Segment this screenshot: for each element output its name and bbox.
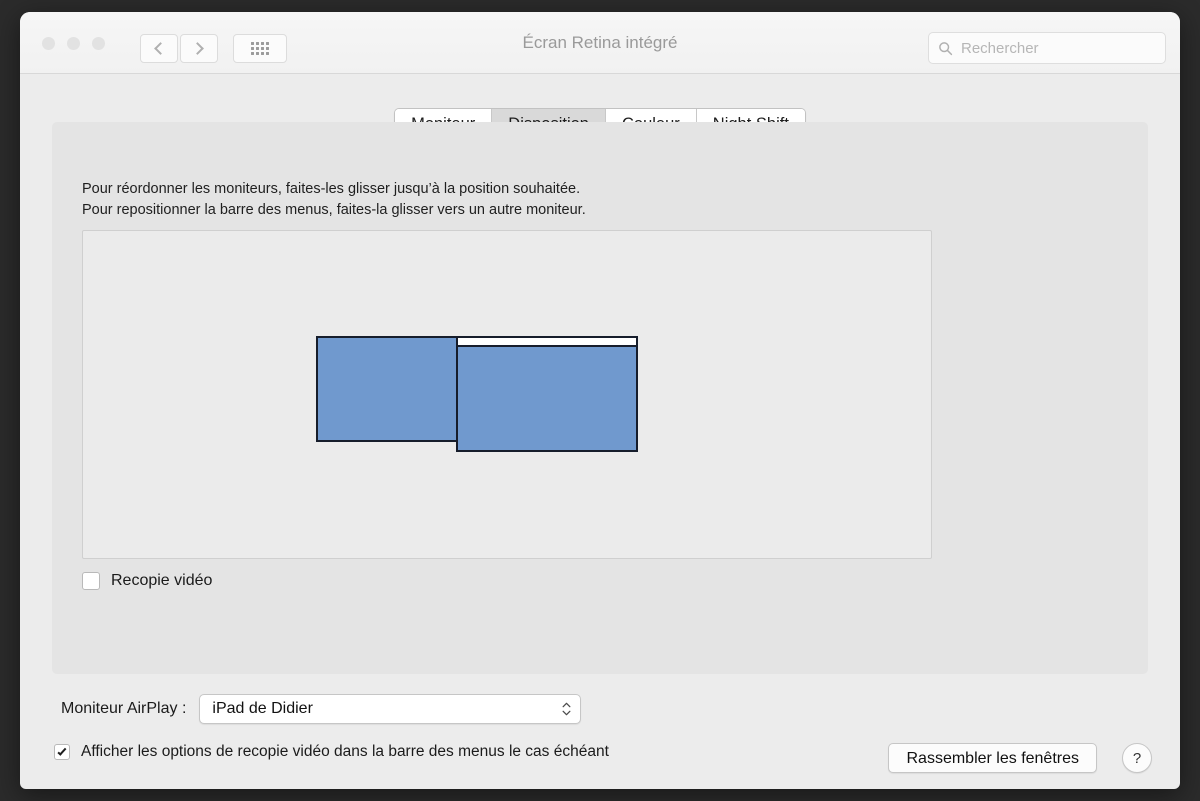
instructions-line-2: Pour repositionner la barre des menus, f… bbox=[82, 202, 586, 218]
display-left[interactable] bbox=[316, 336, 458, 442]
airplay-display-label: Moniteur AirPlay : bbox=[61, 700, 187, 717]
window-titlebar: Écran Retina intégré Rechercher bbox=[20, 12, 1180, 74]
footer-row: Afficher les options de recopie vidéo da… bbox=[20, 743, 1180, 773]
show-mirroring-options-row[interactable]: Afficher les options de recopie vidéo da… bbox=[54, 743, 609, 761]
mirror-displays-label: Recopie vidéo bbox=[111, 572, 213, 589]
preferences-window: Écran Retina intégré Rechercher Moniteur… bbox=[20, 12, 1180, 789]
airplay-display-row: Moniteur AirPlay : iPad de Didier bbox=[20, 694, 1180, 724]
airplay-display-value: iPad de Didier bbox=[212, 700, 313, 717]
search-field[interactable]: Rechercher bbox=[928, 32, 1166, 64]
display-right[interactable] bbox=[456, 336, 638, 452]
help-button[interactable]: ? bbox=[1122, 743, 1152, 773]
arrangement-canvas[interactable] bbox=[82, 230, 932, 559]
mirror-displays-row[interactable]: Recopie vidéo bbox=[82, 572, 212, 590]
show-mirroring-options-label: Afficher les options de recopie vidéo da… bbox=[81, 743, 609, 760]
search-placeholder: Rechercher bbox=[961, 39, 1039, 57]
show-mirroring-options-checkbox[interactable] bbox=[54, 744, 70, 760]
chevron-updown-icon bbox=[562, 702, 571, 716]
mirror-displays-checkbox[interactable] bbox=[82, 572, 100, 590]
airplay-display-select[interactable]: iPad de Didier bbox=[199, 694, 582, 724]
checkmark-icon bbox=[57, 745, 67, 756]
arrangement-instructions: Pour réordonner les moniteurs, faites-le… bbox=[82, 179, 586, 221]
instructions-line-1: Pour réordonner les moniteurs, faites-le… bbox=[82, 181, 581, 197]
search-icon bbox=[939, 41, 953, 55]
menu-bar-strip[interactable] bbox=[458, 338, 636, 347]
gather-windows-button[interactable]: Rassembler les fenêtres bbox=[888, 743, 1097, 773]
disposition-panel: Pour réordonner les moniteurs, faites-le… bbox=[52, 122, 1148, 674]
